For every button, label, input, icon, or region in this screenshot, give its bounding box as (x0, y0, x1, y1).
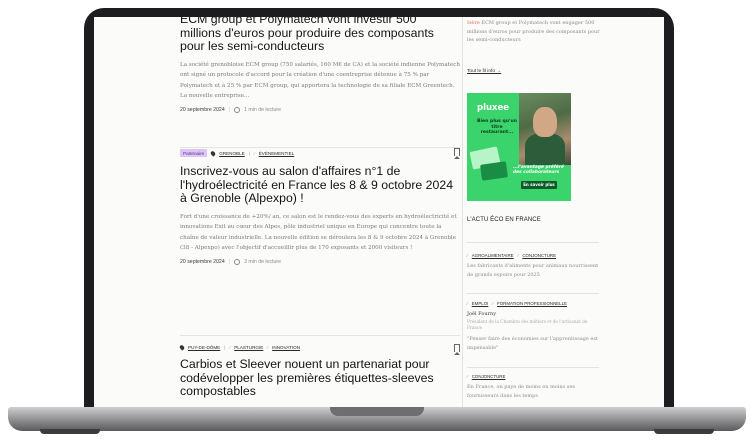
tag-category[interactable]: INNOVATION (272, 345, 300, 350)
sidebar-news-item[interactable]: Isère ECM group et Polymatech vont engag… (467, 19, 602, 45)
sidebar-tag[interactable]: CONJONCTURE (522, 253, 556, 258)
partner-badge: Partenaire (180, 149, 208, 157)
ad-photo-face (533, 107, 557, 137)
read-time: 3 min de lecture (244, 259, 281, 266)
sidebar-news-item[interactable]: Les fabricants d'aliments pour animaux n… (467, 262, 599, 279)
sidebar-tag[interactable]: EMPLOI (472, 301, 489, 306)
bookmark-icon[interactable] (454, 148, 461, 159)
article-date: 20 septembre 2024 (180, 259, 225, 266)
article-meta: 20 septembre 2024 | 3 min de lecture (180, 259, 460, 266)
tag-separator: | (224, 345, 226, 350)
tag-category[interactable]: ÉVÉNEMENTIEL (259, 151, 294, 156)
sidebar-tag[interactable]: AGROALIMENTAIRE (472, 253, 514, 258)
sidebar-news-item[interactable]: En France, on paye de moins en moins ses… (467, 383, 599, 400)
article-headline[interactable]: Carbios et Sleever nouent un partenariat… (180, 357, 460, 399)
article-meta: 20 septembre 2024 | 1 min de lecture (180, 107, 460, 114)
ad-card-graphic (480, 161, 508, 181)
see-all-news-link[interactable]: Tout le fil info → (467, 69, 501, 74)
article-excerpt: La société grenobloise ECM group (750 sa… (180, 61, 460, 99)
ad-photo-person (525, 133, 565, 165)
sidebar-divider (467, 367, 599, 368)
tag-category[interactable]: PLASTURGIE (234, 345, 263, 350)
article-card[interactable]: Partenaire GRENOBLE | ⁄ ÉVÉNEMENTIEL Ins… (180, 148, 461, 266)
article-card[interactable]: PUY-DE-DÔME | ⁄ PLASTURGIE ⁄ INNOVATION … (178, 344, 461, 399)
sidebar-item-tags: ⁄ EMPLOI ⁄ FORMATION PROFESSIONNELLE (467, 301, 567, 306)
ad-copy: Bien plus qu'un titre restaurant... (476, 119, 518, 136)
interviewee-role: Président de la Chambre des métiers et d… (467, 319, 588, 331)
sidebar: Isère ECM group et Polymatech vont engag… (467, 17, 602, 410)
laptop-foot (654, 429, 714, 434)
article-date: 20 septembre 2024 (180, 107, 225, 114)
laptop-notch (330, 407, 424, 416)
sidebar-divider (467, 293, 599, 294)
ad-brand-logo: pluxee (477, 103, 510, 113)
sidebar-section-title: L'ACTU ÉCO EN FRANCE (467, 217, 541, 223)
tag-slash: ⁄ (253, 150, 255, 156)
advertisement-banner[interactable]: pluxee Bien plus qu'un titre restaurant.… (467, 93, 571, 201)
location-pin-icon (178, 344, 186, 351)
article-divider (180, 147, 460, 148)
news-feed: ECM group et Polymatech vont investir 50… (94, 17, 464, 410)
sidebar-item-tags: ⁄ CONJONCTURE (467, 374, 506, 379)
article-tags: Partenaire GRENOBLE | ⁄ ÉVÉNEMENTIEL (180, 148, 461, 159)
tag-separator: | (248, 150, 250, 156)
column-divider (462, 17, 463, 410)
read-time: 1 min de lecture (244, 107, 281, 114)
tag-slash: ⁄ (267, 345, 269, 350)
location-pin-icon (210, 149, 217, 157)
laptop-screen: ECM group et Polymatech vont investir 50… (94, 17, 664, 410)
sidebar-news-location: Isère (467, 20, 480, 26)
bookmark-icon[interactable] (454, 344, 461, 355)
article-divider (180, 335, 460, 336)
article-excerpt: Fort d'une croissance de +20%/ an, ce sa… (180, 213, 457, 251)
sidebar-news-item[interactable]: "Penser faire des économies sur l'appren… (467, 335, 599, 352)
tag-location[interactable]: GRENOBLE (219, 151, 245, 156)
article-card[interactable]: ECM group et Polymatech vont investir 50… (180, 17, 460, 114)
tag-location[interactable]: PUY-DE-DÔME (188, 345, 220, 350)
sidebar-divider (467, 242, 599, 243)
interviewee-name: Joël Fourny (467, 311, 497, 317)
ad-tagline: ...l'avantage préféré des collaborateurs (513, 165, 564, 176)
sidebar-news-text: ECM group et Polymatech vont engager 500… (467, 20, 600, 44)
clock-icon (234, 107, 241, 114)
article-tags: PUY-DE-DÔME | ⁄ PLASTURGIE ⁄ INNOVATION (178, 344, 461, 355)
sidebar-tag[interactable]: CONJONCTURE (472, 374, 506, 379)
sidebar-item-tags: ⁄ AGROALIMENTAIRE ⁄ CONJONCTURE (467, 253, 557, 258)
tag-slash: ⁄ (229, 345, 231, 350)
article-headline[interactable]: Inscrivez-vous au salon d'affaires n°1 d… (180, 164, 460, 206)
clock-icon (234, 259, 241, 266)
meta-separator: | (228, 107, 231, 114)
meta-separator: | (228, 259, 231, 266)
ad-cta-button[interactable]: En savoir plus (521, 181, 557, 189)
article-headline[interactable]: ECM group et Polymatech vont investir 50… (180, 17, 460, 54)
sidebar-tag[interactable]: FORMATION PROFESSIONNELLE (497, 301, 567, 306)
laptop-foot (40, 429, 100, 434)
